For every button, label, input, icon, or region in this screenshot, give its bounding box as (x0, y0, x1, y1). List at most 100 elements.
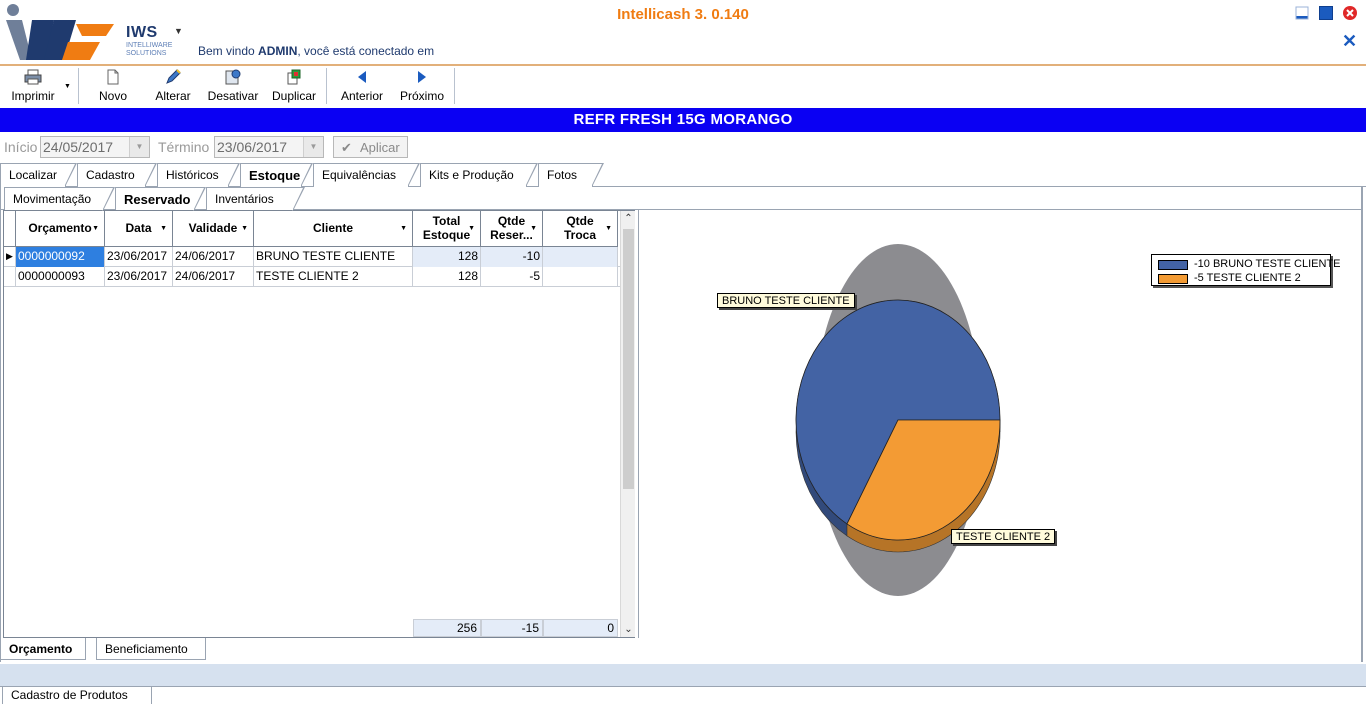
column-header-cliente[interactable]: Cliente ▼ (254, 211, 413, 247)
bottom-tabs: Orçamento Beneficiamento (0, 638, 1366, 662)
sub-tabs: Movimentação Reservado Inventários (0, 187, 400, 211)
new-button[interactable]: Novo (90, 66, 136, 106)
close-tab-icon[interactable]: ✕ (1342, 31, 1357, 52)
column-header-text: Orçamento (28, 221, 92, 235)
close-icon[interactable] (1342, 5, 1358, 21)
logo-subtitle: SOLUTIONS (126, 50, 167, 57)
arrow-left-icon (358, 71, 366, 83)
taskbar-window-tab[interactable]: Cadastro de Produtos (2, 687, 152, 704)
bottom-tab-beneficiamento[interactable]: Beneficiamento (96, 638, 206, 660)
row-indicator: ▶ (4, 247, 16, 267)
previous-label: Anterior (340, 89, 384, 103)
cell-data[interactable]: 23/06/2017 (105, 247, 173, 267)
table-row[interactable]: ▶ 0000000092 23/06/2017 24/06/2017 BRUNO TES… (4, 247, 620, 267)
column-header-data[interactable]: Data ▼ (105, 211, 173, 247)
previous-button[interactable]: Anterior (334, 66, 390, 106)
toolbar-separator (326, 68, 327, 104)
tab-fotos[interactable]: Fotos (538, 163, 604, 187)
scroll-down-icon[interactable]: ⌄ (621, 624, 636, 635)
deactivate-icon (225, 69, 241, 85)
filter-dropdown-icon[interactable]: ▼ (400, 225, 407, 232)
toolbar-separator (78, 68, 79, 104)
product-title: REFR FRESH 15G MORANGO (0, 108, 1366, 132)
bottom-tab-orcamento[interactable]: Orçamento (0, 638, 86, 660)
maximize-icon[interactable] (1318, 5, 1334, 21)
end-date-field[interactable]: 23/06/2017 ▼ (214, 136, 324, 158)
qtde-troca-sum: 0 (543, 619, 618, 637)
cell-qtde-troca[interactable] (543, 267, 618, 287)
chevron-down-icon[interactable]: ▼ (129, 137, 149, 157)
tab-estoque[interactable]: Estoque (240, 163, 313, 187)
filter-dropdown-icon[interactable]: ▼ (530, 225, 537, 232)
print-button[interactable]: Imprimir (2, 66, 64, 106)
duplicate-button[interactable]: Duplicar (266, 66, 322, 106)
next-button[interactable]: Próximo (394, 66, 450, 106)
cell-cliente[interactable]: BRUNO TESTE CLIENTE (254, 247, 413, 267)
printer-icon (24, 69, 42, 85)
column-header-text: Cliente (312, 221, 353, 235)
print-label: Imprimir (11, 89, 55, 103)
pie-label-bruno-teste-cliente: BRUNO TESTE CLIENTE (717, 293, 855, 308)
filter-dropdown-icon[interactable]: ▼ (468, 225, 475, 232)
column-header-qtde-troca[interactable]: Qtde Troca ▼ (543, 211, 618, 247)
legend-label: -10 BRUNO TESTE CLIENTE (1194, 258, 1341, 270)
cell-orcamento[interactable]: 0000000093 (16, 267, 105, 287)
tab-kits-e-producao[interactable]: Kits e Produção (420, 163, 538, 187)
welcome-message: Bem vindo ADMIN, você está conectado em (198, 44, 434, 58)
end-date-label: Término (158, 139, 210, 155)
cell-validade[interactable]: 24/06/2017 (173, 267, 254, 287)
status-bar (0, 664, 1366, 686)
filter-dropdown-icon[interactable]: ▼ (241, 225, 248, 232)
filter-dropdown-icon[interactable]: ▼ (92, 225, 99, 232)
reservations-grid: Orçamento ▼ Data ▼ Validade ▼ Cliente ▼ Total Est… (3, 210, 635, 638)
filter-dropdown-icon[interactable]: ▼ (605, 225, 612, 232)
column-header-total-estoque[interactable]: Total Estoque ▼ (413, 211, 481, 247)
edit-label: Alterar (155, 89, 191, 103)
cell-cliente[interactable]: TESTE CLIENTE 2 (254, 267, 413, 287)
logo-text: IWS INTELLIWARE SOLUTIONS (126, 24, 176, 58)
cell-qtde-troca[interactable] (543, 247, 618, 267)
minimize-icon[interactable] (1294, 5, 1310, 21)
scroll-up-icon[interactable]: ⌃ (621, 213, 636, 224)
cell-data[interactable]: 23/06/2017 (105, 267, 173, 287)
cell-orcamento[interactable]: 0000000092 (16, 247, 105, 267)
tab-reservado[interactable]: Reservado (115, 187, 206, 211)
apply-button[interactable]: ✔ Aplicar (333, 136, 408, 158)
pencil-icon (166, 69, 181, 84)
tab-inventarios[interactable]: Inventários (206, 187, 305, 211)
print-dropdown-icon[interactable]: ▼ (64, 83, 71, 90)
logo-menu-dropdown-icon[interactable]: ▼ (174, 26, 183, 36)
window-taskbar: Cadastro de Produtos (0, 686, 1366, 704)
main-tabs: Localizar Cadastro Históricos Estoque Equiva… (0, 163, 1366, 187)
grid-scrollbar[interactable]: ⌃ ⌄ (620, 211, 635, 637)
tab-equivalencias[interactable]: Equivalências (313, 163, 420, 187)
table-row[interactable]: 0000000093 23/06/2017 24/06/2017 TESTE CLIE… (4, 267, 620, 287)
column-header-orcamento[interactable]: Orçamento ▼ (16, 211, 105, 247)
filter-dropdown-icon[interactable]: ▼ (160, 225, 167, 232)
cell-qtde-reser[interactable]: -5 (481, 267, 543, 287)
tab-localizar[interactable]: Localizar (0, 163, 77, 187)
checkmark-icon: ✔ (341, 140, 352, 155)
date-filter: Início 24/05/2017 ▼ Término 23/06/2017 ▼… (0, 134, 1366, 160)
tab-movimentacao[interactable]: Movimentação (4, 187, 115, 211)
row-indicator-header (4, 211, 16, 247)
cell-total-estoque[interactable]: 128 (413, 247, 481, 267)
tab-cadastro[interactable]: Cadastro (77, 163, 157, 187)
cell-validade[interactable]: 24/06/2017 (173, 247, 254, 267)
arrow-right-icon (418, 71, 426, 83)
column-header-qtde-reser[interactable]: Qtde Reser... ▼ (481, 211, 543, 247)
start-date-field[interactable]: 24/05/2017 ▼ (40, 136, 150, 158)
scroll-thumb[interactable] (623, 229, 634, 489)
edit-button[interactable]: Alterar (148, 66, 198, 106)
cell-total-estoque[interactable]: 128 (413, 267, 481, 287)
apply-label: Aplicar (360, 140, 400, 155)
deactivate-button[interactable]: Desativar (204, 66, 262, 106)
cell-qtde-reser[interactable]: -10 (481, 247, 543, 267)
new-document-icon (107, 69, 119, 85)
chevron-down-icon[interactable]: ▼ (303, 137, 323, 157)
column-header-validade[interactable]: Validade ▼ (173, 211, 254, 247)
logo-name: IWS (126, 24, 158, 41)
column-header-label: Cliente (254, 221, 412, 235)
tab-historicos[interactable]: Históricos (157, 163, 240, 187)
app-title: Intellicash 3. 0.140 (617, 6, 749, 23)
